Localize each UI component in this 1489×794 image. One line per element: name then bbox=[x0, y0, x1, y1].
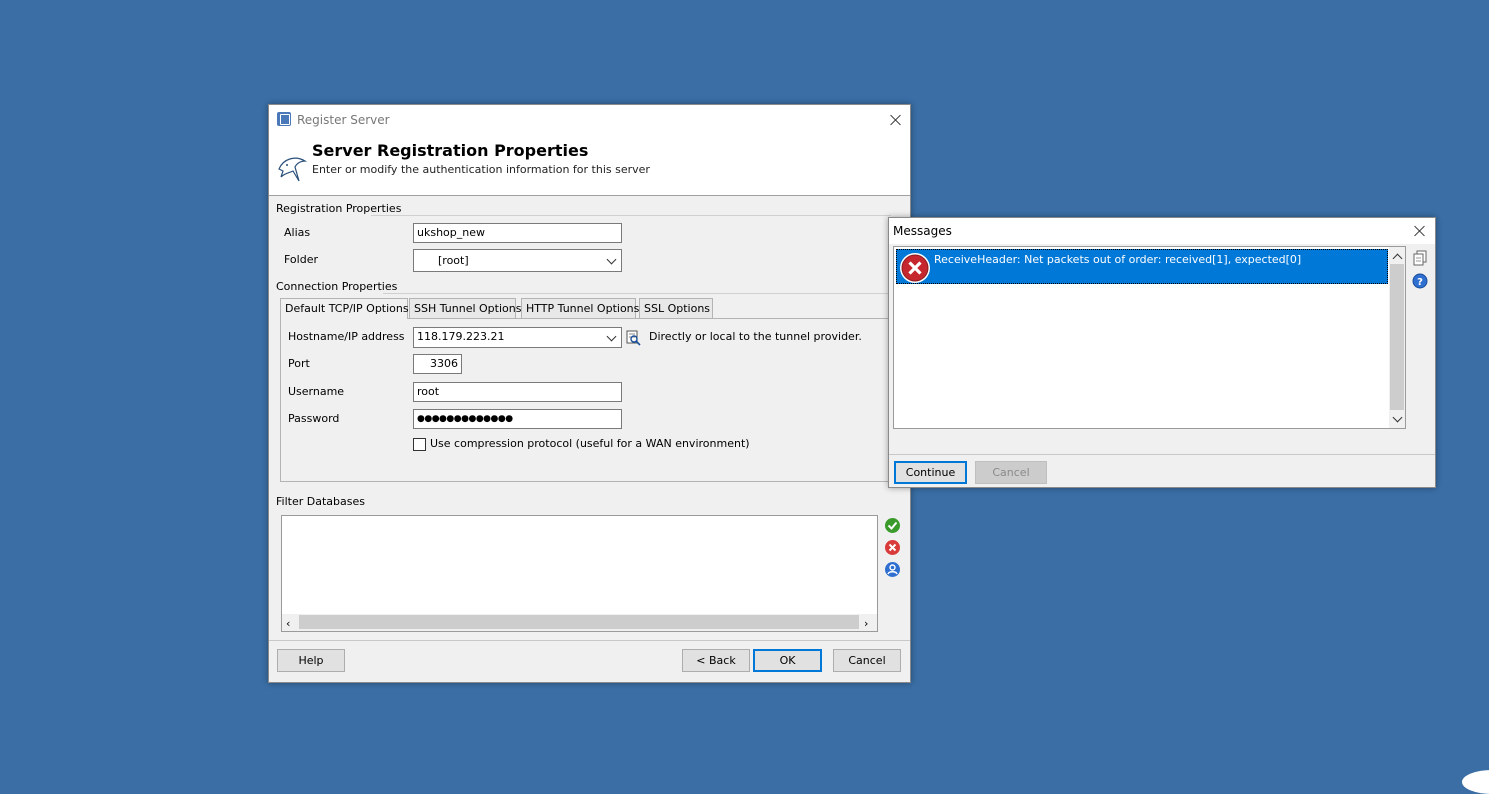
hostname-label: Hostname/IP address bbox=[288, 330, 405, 343]
scrollbar-thumb[interactable] bbox=[299, 615, 859, 629]
page-title: Server Registration Properties bbox=[312, 141, 589, 160]
header-divider bbox=[269, 195, 910, 196]
messages-dialog: Messages ReceiveHeader: Net packets out … bbox=[888, 217, 1436, 488]
port-label: Port bbox=[288, 357, 310, 370]
section-divider bbox=[383, 293, 891, 294]
list-item[interactable]: ReceiveHeader: Net packets out of order:… bbox=[896, 249, 1388, 284]
cancel-button[interactable]: Cancel bbox=[975, 461, 1047, 484]
window-title: Register Server bbox=[297, 113, 390, 127]
alias-input[interactable]: ukshop_new bbox=[413, 223, 622, 243]
title-bar: Messages bbox=[889, 218, 1435, 244]
close-icon[interactable] bbox=[1410, 221, 1430, 241]
message-list[interactable]: ReceiveHeader: Net packets out of order:… bbox=[893, 246, 1406, 429]
user-icon[interactable] bbox=[884, 561, 901, 578]
footer-divider bbox=[269, 640, 910, 641]
registration-section-label: Registration Properties bbox=[276, 202, 402, 215]
username-label: Username bbox=[288, 385, 345, 398]
section-divider bbox=[371, 215, 891, 216]
compression-checkbox[interactable] bbox=[413, 438, 426, 451]
alias-label: Alias bbox=[284, 226, 311, 239]
message-text: ReceiveHeader: Net packets out of order:… bbox=[934, 253, 1302, 266]
back-button[interactable]: < Back bbox=[682, 649, 750, 672]
title-bar: Register Server bbox=[269, 105, 910, 135]
svg-text:?: ? bbox=[1417, 277, 1423, 288]
folder-select[interactable]: [root] bbox=[413, 249, 622, 272]
password-input[interactable]: ●●●●●●●●●●●●● bbox=[413, 409, 622, 429]
copy-icon[interactable] bbox=[1412, 250, 1428, 266]
scroll-left-icon[interactable]: ‹ bbox=[286, 617, 290, 630]
compression-label[interactable]: Use compression protocol (useful for a W… bbox=[430, 437, 750, 450]
folder-label: Folder bbox=[284, 253, 318, 266]
search-server-icon[interactable] bbox=[626, 330, 641, 346]
window-title: Messages bbox=[893, 224, 952, 238]
ok-button[interactable]: OK bbox=[753, 649, 822, 672]
app-icon bbox=[277, 112, 291, 126]
tab-default-tcpip[interactable]: Default TCP/IP Options bbox=[280, 298, 409, 319]
filter-section-label: Filter Databases bbox=[276, 495, 365, 508]
dolphin-logo-icon bbox=[278, 157, 308, 182]
scroll-right-icon[interactable]: › bbox=[864, 617, 868, 630]
hostname-combobox[interactable]: 118.179.223.21 bbox=[413, 327, 622, 348]
tab-ssh-tunnel[interactable]: SSH Tunnel Options bbox=[409, 298, 521, 318]
folder-value: [root] bbox=[438, 254, 469, 267]
close-icon[interactable] bbox=[886, 110, 906, 130]
scrollbar-thumb[interactable] bbox=[1390, 264, 1404, 410]
cancel-button[interactable]: Cancel bbox=[833, 649, 901, 672]
help-button[interactable]: Help bbox=[277, 649, 345, 672]
hostname-hint: Directly or local to the tunnel provider… bbox=[649, 330, 862, 343]
page-subtitle: Enter or modify the authentication infor… bbox=[312, 163, 650, 176]
vertical-scrollbar[interactable] bbox=[1389, 247, 1405, 428]
footer-divider bbox=[889, 454, 1435, 455]
tab-ssl[interactable]: SSL Options bbox=[639, 298, 713, 318]
password-label: Password bbox=[288, 412, 340, 425]
chevron-down-icon bbox=[606, 331, 617, 342]
desktop-shape bbox=[1462, 770, 1489, 794]
horizontal-scrollbar[interactable]: ‹ › bbox=[282, 614, 877, 631]
hostname-value: 118.179.223.21 bbox=[417, 330, 505, 343]
username-input[interactable]: root bbox=[413, 382, 622, 402]
connection-section-label: Connection Properties bbox=[276, 280, 398, 293]
remove-icon[interactable] bbox=[884, 539, 901, 556]
continue-button[interactable]: Continue bbox=[894, 461, 967, 484]
scroll-up-icon[interactable] bbox=[1392, 253, 1403, 264]
error-icon bbox=[900, 253, 930, 283]
chevron-down-icon bbox=[606, 254, 617, 265]
check-icon[interactable] bbox=[884, 517, 901, 534]
tab-http-tunnel[interactable]: HTTP Tunnel Options bbox=[521, 298, 639, 318]
port-input[interactable]: 3306 bbox=[413, 354, 462, 374]
help-icon[interactable]: ? bbox=[1412, 273, 1428, 289]
header-banner: Server Registration Properties Enter or … bbox=[269, 135, 910, 195]
register-server-dialog: Register Server Server Registration Prop… bbox=[268, 104, 911, 683]
filter-databases-list[interactable]: ‹ › bbox=[281, 515, 878, 632]
scroll-down-icon[interactable] bbox=[1392, 412, 1403, 423]
connection-tabs: Default TCP/IP Options SSH Tunnel Option… bbox=[280, 298, 910, 320]
